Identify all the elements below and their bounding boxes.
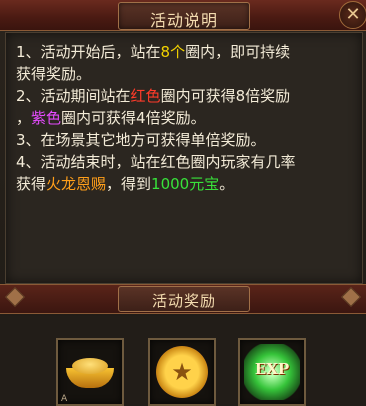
highlight-gold-amount: 1000元宝	[151, 175, 220, 193]
star-medal-icon: ★	[156, 346, 208, 398]
close-button[interactable]: ✕	[339, 1, 366, 29]
rule-line-1b: 获得奖励。	[16, 65, 92, 83]
rewards-row: A ★ EXP	[0, 316, 366, 406]
rule-line-2: 2、活动期间站在红色圈内可获得8倍奖励	[16, 87, 291, 105]
reward-slot-exp[interactable]: EXP	[238, 338, 306, 406]
rewards-header-bar: 活动奖励	[0, 284, 366, 314]
ornament-right-icon	[341, 287, 361, 307]
rewards-plaque: 活动奖励	[118, 286, 250, 312]
description-text: 1、活动开始后，站在8个圈内，即可持续 获得奖励。 2、活动期间站在红色圈内可获…	[16, 41, 356, 195]
rule-line-4b: 获得火龙恩赐，得到1000元宝。	[16, 175, 235, 193]
rule-line-3: 3、在场景其它地方可获得单倍奖励。	[16, 131, 266, 149]
highlight-purple-circle: 紫色	[31, 109, 62, 127]
rewards-title: 活动奖励	[151, 292, 216, 310]
title-plaque: 活动说明	[118, 2, 250, 30]
highlight-fire-dragon: 火龙恩赐	[46, 175, 107, 193]
event-info-window: 活动说明 ✕ 1、活动开始后，站在8个圈内，即可持续 获得奖励。 2、活动期间站…	[0, 0, 366, 406]
reward-tag: A	[61, 394, 68, 404]
exp-label: EXP	[254, 360, 290, 378]
rule-line-1: 1、活动开始后，站在8个圈内，即可持续	[16, 43, 291, 61]
highlight-count: 8个	[160, 43, 186, 61]
reward-slot-gold[interactable]: A	[56, 338, 124, 406]
rule-line-2b: ，紫色圈内可获得4倍奖励。	[16, 109, 206, 127]
title-bar: 活动说明 ✕	[0, 0, 366, 31]
reward-slot-medal[interactable]: ★	[148, 338, 216, 406]
window-title: 活动说明	[149, 11, 218, 30]
ornament-left-icon	[5, 287, 25, 307]
rule-line-4: 4、活动结束时，站在红色圈内玩家有几率	[16, 153, 296, 171]
description-panel: 1、活动开始后，站在8个圈内，即可持续 获得奖励。 2、活动期间站在红色圈内可获…	[5, 32, 363, 284]
close-icon: ✕	[345, 4, 361, 25]
highlight-red-circle: 红色	[130, 87, 161, 105]
